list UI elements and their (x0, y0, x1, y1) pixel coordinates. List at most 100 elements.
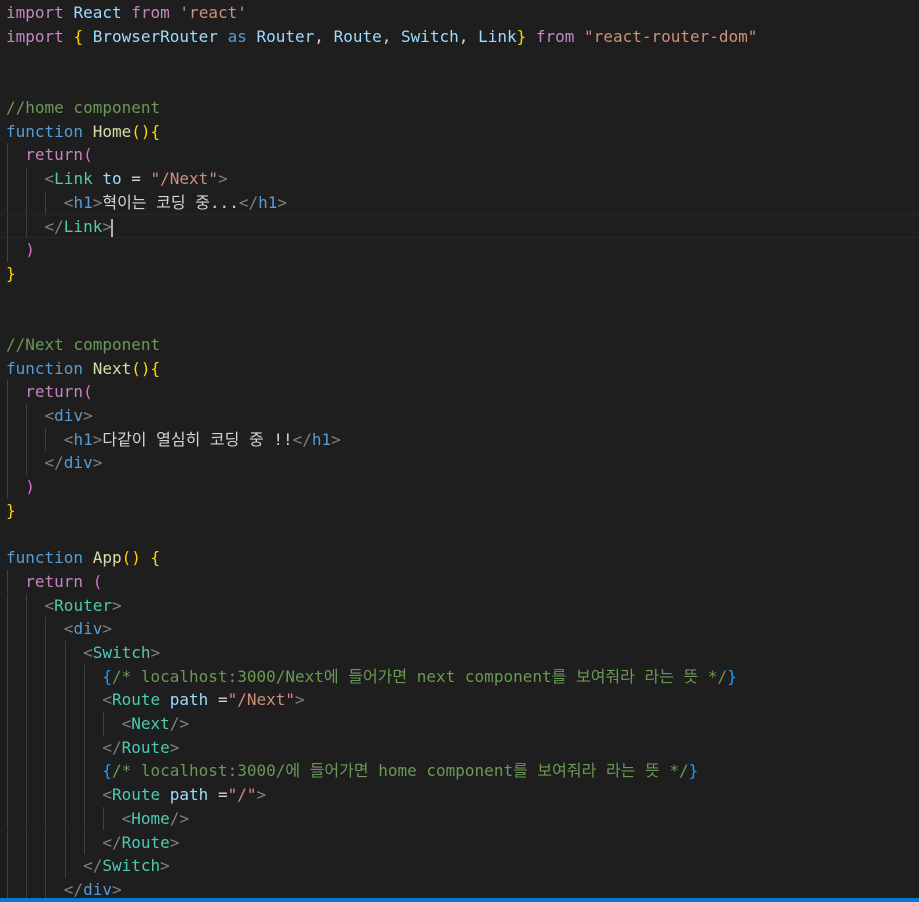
code-line[interactable]: <div> (0, 403, 919, 428)
code-line[interactable]: </Route> (0, 735, 919, 760)
code-line[interactable]: </Link> (0, 214, 919, 238)
code-token: Route (121, 832, 170, 852)
indent-guide (7, 783, 8, 807)
code-line[interactable]: <Route path ="/Next"> (0, 688, 919, 712)
code-token: < (63, 429, 74, 449)
code-line[interactable]: ) (0, 475, 919, 499)
code-token: > (111, 879, 122, 899)
indent-guide (83, 735, 85, 760)
code-token: Link (54, 168, 93, 188)
code-line[interactable] (0, 309, 919, 333)
indent-guide (26, 688, 28, 712)
code-line[interactable]: return ( (0, 569, 919, 594)
code-line[interactable]: </Switch> (0, 854, 919, 878)
code-token: ) (25, 240, 35, 259)
indent-guide (64, 640, 66, 665)
indent-guide (7, 475, 8, 499)
code-line[interactable]: import { BrowserRouter as Router, Route,… (0, 25, 919, 49)
indent-guide (7, 688, 8, 712)
code-token: Next (131, 714, 170, 733)
indent-guide (7, 759, 8, 784)
code-token: Home (131, 808, 170, 828)
code-token: < (83, 642, 93, 662)
code-token: = (121, 168, 151, 188)
code-line[interactable]: } (0, 499, 919, 523)
code-line[interactable] (0, 522, 919, 546)
code-token: , (381, 26, 401, 46)
code-token: </ (44, 453, 64, 473)
indent-guide (7, 403, 8, 428)
code-line[interactable] (0, 48, 919, 72)
indent-guide (83, 664, 85, 689)
code-line[interactable]: <h1>혁이는 코딩 중...</h1> (0, 190, 919, 215)
code-token: return (25, 382, 84, 402)
code-line[interactable] (0, 72, 919, 96)
code-token: < (44, 595, 55, 615)
code-line[interactable]: </Route> (0, 830, 919, 855)
code-editor[interactable]: import React from 'react' import { Browse… (0, 0, 919, 902)
indent-guide (7, 640, 8, 665)
code-token: div (83, 879, 112, 899)
indent-guide (45, 688, 47, 712)
code-line[interactable]: <h1>다같이 열심히 코딩 중 !!</h1> (0, 427, 919, 452)
code-line[interactable]: {/* localhost:3000/Next에 들어가면 next compo… (0, 664, 919, 689)
code-line[interactable]: //Next component (0, 333, 919, 357)
indent-guide (64, 830, 66, 855)
code-line[interactable]: <Router> (0, 593, 919, 618)
code-token: } (688, 761, 699, 781)
code-line[interactable]: function Next(){ (0, 357, 919, 381)
code-line[interactable]: {/* localhost:3000/에 들어가면 home component… (0, 759, 919, 784)
code-token: () (131, 358, 151, 378)
code-token: Switch (401, 26, 459, 46)
code-token: </ (102, 832, 122, 852)
code-line[interactable]: <Route path ="/"> (0, 783, 919, 807)
code-line[interactable]: import React from 'react' (0, 1, 919, 25)
code-token: { (102, 666, 112, 686)
code-line[interactable]: ) (0, 238, 919, 262)
code-line[interactable]: return( (0, 380, 919, 404)
indent-guide (26, 593, 28, 618)
code-line[interactable]: <Switch> (0, 640, 919, 665)
indent-guide (7, 593, 8, 618)
indent-guide (64, 783, 66, 807)
code-token: </ (292, 429, 312, 449)
code-line[interactable]: function Home(){ (0, 120, 919, 144)
indent-guide (45, 854, 47, 878)
code-token: > (92, 192, 103, 212)
indent-guide (7, 143, 8, 167)
code-token: /* localhost:3000/에 들어가면 home component를… (111, 761, 689, 781)
code-token: < (63, 619, 74, 639)
indent-guide (45, 806, 47, 831)
code-token: h1 (311, 429, 332, 449)
code-token: } (516, 26, 527, 46)
code-line[interactable]: } (0, 262, 919, 286)
indent-guide (64, 712, 66, 736)
indent-guide (64, 806, 66, 831)
code-line[interactable]: <div> (0, 617, 919, 641)
code-line[interactable]: <Link to = "/Next"> (0, 166, 919, 191)
code-line[interactable]: <Home/> (0, 806, 919, 831)
code-token: Route (111, 785, 161, 805)
code-line[interactable] (0, 285, 919, 309)
code-token: div (54, 405, 84, 425)
code-line[interactable]: function App() { (0, 546, 919, 570)
indent-guide (7, 190, 8, 215)
code-line[interactable]: //home component (0, 96, 919, 120)
code-line[interactable]: <Next/> (0, 712, 919, 736)
code-line[interactable]: </div> (0, 451, 919, 475)
code-token: Route (121, 737, 170, 757)
indent-guide (64, 854, 66, 878)
code-token: 혁이는 코딩 중... (102, 192, 239, 212)
code-line[interactable]: return( (0, 143, 919, 167)
indent-guide (26, 166, 28, 191)
code-token: App (92, 548, 122, 568)
